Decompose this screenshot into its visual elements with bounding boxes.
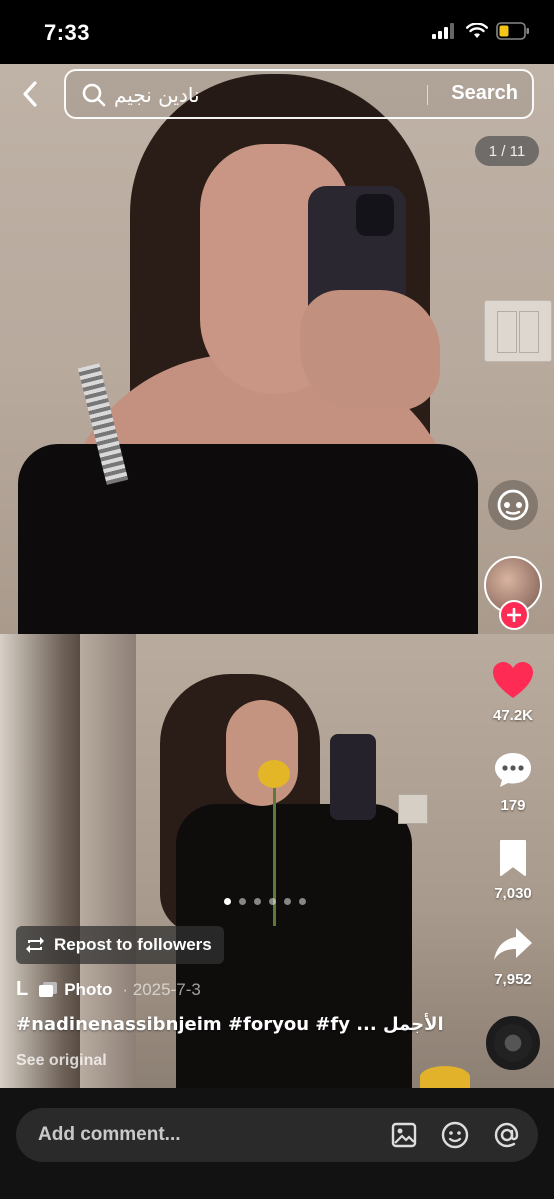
share-icon <box>494 928 532 960</box>
signal-icon <box>432 23 454 39</box>
sticker-button[interactable] <box>488 480 538 530</box>
emoji-icon[interactable] <box>440 1120 470 1150</box>
search-divider <box>427 85 428 105</box>
status-bar: 7:33 <box>0 0 554 64</box>
post-date: · 2025-7-3 <box>122 979 201 999</box>
search-icon <box>82 83 106 107</box>
back-icon <box>23 81 37 107</box>
photo-icon <box>39 981 58 997</box>
plus-icon <box>507 608 521 622</box>
sticker-icon <box>497 489 529 521</box>
share-count: 7,952 <box>494 971 532 988</box>
mention-icon[interactable] <box>492 1120 522 1150</box>
carousel-dot <box>239 898 246 905</box>
post-meta: L Photo · 2025-7-3 <box>16 978 201 1001</box>
rose <box>258 760 290 788</box>
wifi-icon <box>466 23 488 38</box>
repost-icon <box>26 937 44 953</box>
bookmark-icon <box>500 840 526 876</box>
heart-icon <box>493 662 533 698</box>
photo-tag-label: Photo <box>64 979 113 999</box>
comment-icon <box>495 753 531 787</box>
carousel-dot <box>284 898 291 905</box>
save-count: 7,030 <box>494 885 532 902</box>
search-input[interactable]: نادين نجيم Search <box>64 69 534 119</box>
comment-button[interactable]: 179 <box>482 750 544 814</box>
battery-icon <box>496 22 529 40</box>
search-query: نادين نجيم <box>114 83 200 107</box>
share-button[interactable]: 7,952 <box>482 924 544 988</box>
comment-placeholder: Add comment... <box>38 1124 181 1145</box>
image-icon[interactable] <box>390 1121 418 1149</box>
status-time: 7:33 <box>44 20 91 45</box>
post-photo-main[interactable] <box>0 64 554 634</box>
post-caption[interactable]: #nadinenassibnjeim #foryou #fy ... الأجم… <box>16 1014 444 1035</box>
status-icons <box>432 22 530 40</box>
repost-label: Repost to followers <box>54 935 212 954</box>
carousel-dot <box>269 898 276 905</box>
save-button[interactable]: 7,030 <box>482 838 544 902</box>
search-button[interactable]: Search <box>451 82 518 105</box>
follow-button[interactable] <box>499 600 529 630</box>
author-name[interactable]: L <box>16 978 28 1001</box>
carousel-dot <box>254 898 261 905</box>
carousel-dot <box>224 898 231 905</box>
back-button[interactable] <box>14 78 46 110</box>
photo-page-counter: 1 / 11 <box>475 136 539 166</box>
music-disc[interactable] <box>486 1016 540 1070</box>
photo-tag: Photo <box>38 980 112 1000</box>
comment-count: 179 <box>500 797 526 814</box>
comment-tools <box>390 1120 522 1150</box>
carousel-dot <box>299 898 306 905</box>
carousel-indicator <box>224 898 306 905</box>
repost-button[interactable]: Repost to followers <box>16 926 224 964</box>
comment-input[interactable]: Add comment... <box>16 1108 538 1162</box>
comment-bar: Add comment... <box>0 1088 554 1199</box>
like-button[interactable]: 47.2K <box>482 660 544 724</box>
like-count: 47.2K <box>492 707 534 724</box>
see-original-link[interactable]: See original <box>16 1052 107 1070</box>
wall-switch <box>484 300 552 362</box>
